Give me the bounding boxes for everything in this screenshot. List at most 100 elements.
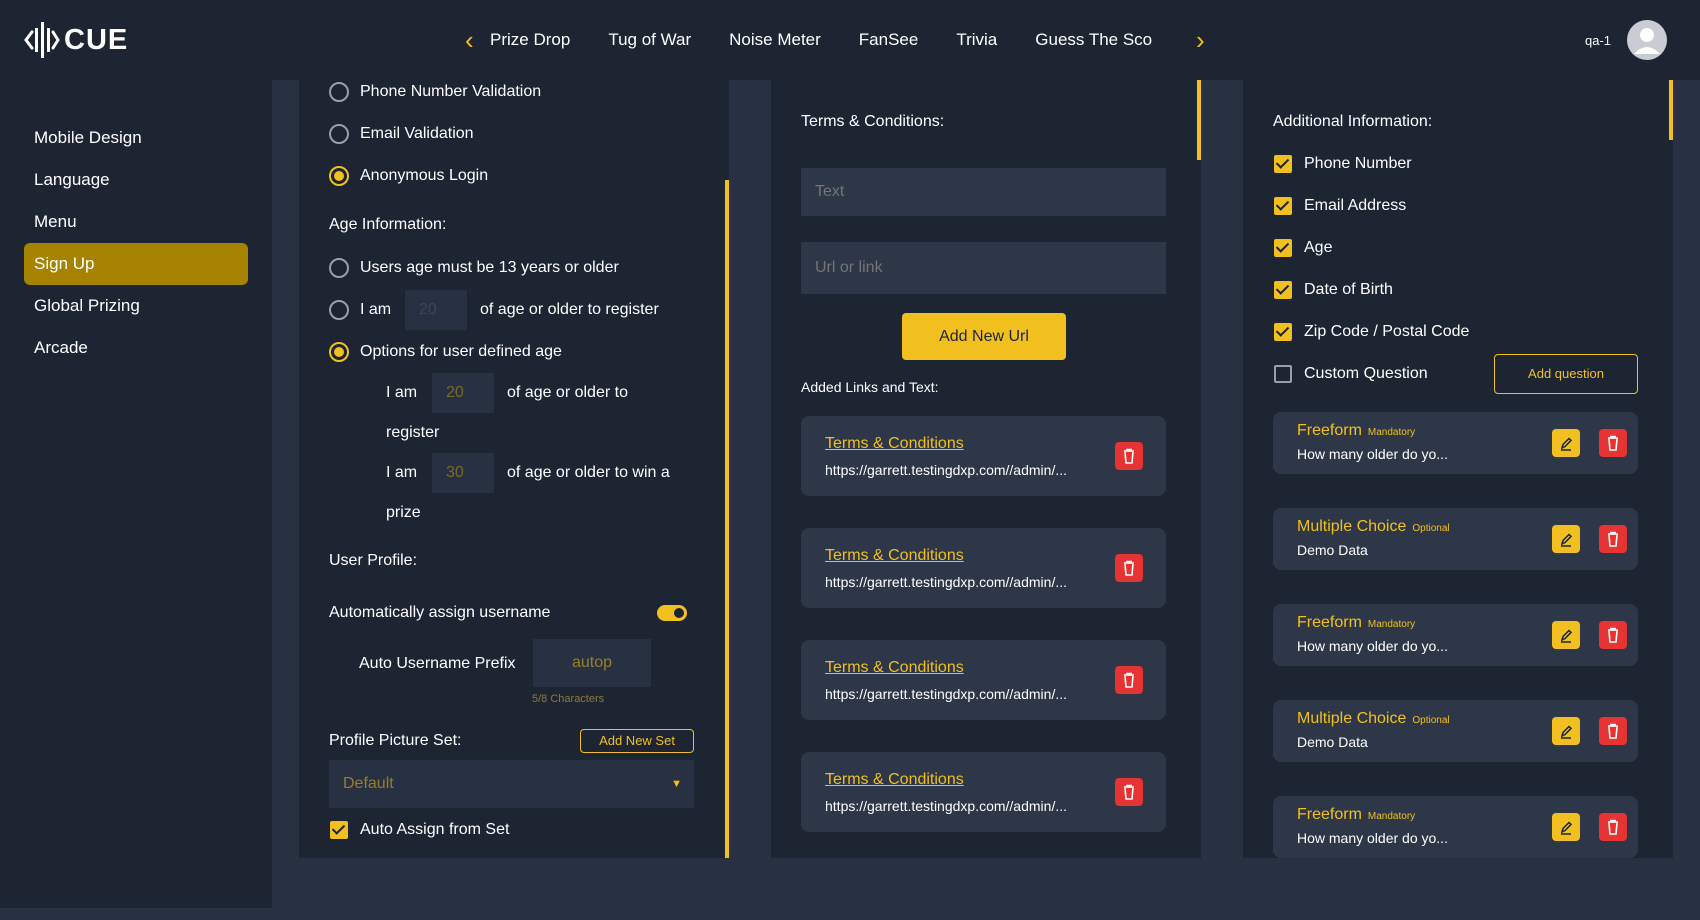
pencil-icon <box>1560 725 1573 739</box>
delete-question-button[interactable] <box>1599 621 1627 649</box>
add-question-button[interactable]: Add question <box>1494 354 1638 394</box>
tab-fansee[interactable]: FanSee <box>859 30 919 50</box>
edit-question-button[interactable] <box>1552 717 1580 745</box>
question-card: Freeform Mandatory How many older do yo..… <box>1273 796 1638 858</box>
age-custom-suffix: of age or older to register <box>480 301 659 318</box>
sidebar-item-sign-up[interactable]: Sign Up <box>24 243 248 285</box>
age-13-radio[interactable] <box>329 258 349 278</box>
left-panel-scrollbar[interactable] <box>725 180 729 858</box>
delete-link-button[interactable] <box>1115 666 1143 694</box>
delete-question-button[interactable] <box>1599 717 1627 745</box>
tab-tug-of-war[interactable]: Tug of War <box>608 30 691 50</box>
cue-logo[interactable]: CUE <box>24 20 128 60</box>
age-custom-radio[interactable] <box>329 300 349 320</box>
dropdown-caret-icon: ▼ <box>671 778 682 790</box>
date-of-birth-checkbox[interactable] <box>1274 281 1292 299</box>
trash-icon <box>1124 560 1134 576</box>
link-card: Terms & Conditions https://garrett.testi… <box>801 528 1166 608</box>
add-new-set-button[interactable]: Add New Set <box>580 729 694 753</box>
custom-question-checkbox[interactable] <box>1274 365 1292 383</box>
sidebar-item-global-prizing[interactable]: Global Prizing <box>24 285 248 327</box>
age-checkbox[interactable] <box>1274 239 1292 257</box>
delete-link-button[interactable] <box>1115 778 1143 806</box>
terms-url-input[interactable] <box>801 242 1166 294</box>
email-validation-radio[interactable] <box>329 124 349 144</box>
signup-settings-panel: Phone Number Validation Email Validation… <box>299 80 729 858</box>
question-badge: Mandatory <box>1367 811 1416 822</box>
link-title[interactable]: Terms & Conditions <box>825 547 964 565</box>
register-age-input[interactable]: 20 <box>432 373 494 413</box>
edit-question-button[interactable] <box>1552 429 1580 457</box>
question-type: Multiple Choice Optional <box>1297 518 1450 535</box>
trash-icon <box>1124 784 1134 800</box>
user-name: qa-1 <box>1585 33 1612 48</box>
sidebar: Mobile Design Language Menu Sign Up Glob… <box>0 80 272 908</box>
picture-set-select[interactable]: Default ▼ <box>329 760 694 808</box>
link-title[interactable]: Terms & Conditions <box>825 435 964 453</box>
add-new-url-button[interactable]: Add New Url <box>902 313 1066 360</box>
question-type: Freeform Mandatory <box>1297 614 1416 631</box>
picture-set-selected-value: Default <box>343 775 394 792</box>
question-type: Freeform Mandatory <box>1297 422 1416 439</box>
question-text: How many older do yo... <box>1297 446 1448 462</box>
tab-prize-drop[interactable]: Prize Drop <box>490 30 570 50</box>
date-of-birth-label: Date of Birth <box>1304 281 1393 298</box>
avatar[interactable] <box>1627 20 1667 60</box>
top-bar: CUE ‹ Prize Drop Tug of War Noise Meter Fan… <box>0 0 1700 80</box>
link-title[interactable]: Terms & Conditions <box>825 771 964 789</box>
pencil-icon <box>1560 629 1573 643</box>
sidebar-item-language[interactable]: Language <box>24 159 248 201</box>
question-badge: Mandatory <box>1367 427 1416 438</box>
link-title[interactable]: Terms & Conditions <box>825 659 964 677</box>
delete-link-button[interactable] <box>1115 442 1143 470</box>
phone-validation-radio[interactable] <box>329 82 349 102</box>
delete-link-button[interactable] <box>1115 554 1143 582</box>
edit-question-button[interactable] <box>1552 813 1580 841</box>
user-avatar-icon <box>1634 28 1660 54</box>
tab-trivia[interactable]: Trivia <box>956 30 997 50</box>
logo-text: CUE <box>64 23 129 56</box>
prefix-character-count: 5/8 Characters <box>532 693 605 705</box>
delete-question-button[interactable] <box>1599 525 1627 553</box>
auto-username-label: Automatically assign username <box>329 604 551 621</box>
delete-question-button[interactable] <box>1599 813 1627 841</box>
custom-question-label: Custom Question <box>1304 365 1428 382</box>
age-custom-input[interactable]: 20 <box>405 290 467 330</box>
age-info-heading: Age Information: <box>329 216 447 233</box>
prize-age-suffix: of age or older to win a <box>507 464 670 481</box>
auto-username-toggle[interactable] <box>657 605 687 621</box>
anonymous-login-radio[interactable] <box>329 166 349 186</box>
edit-question-button[interactable] <box>1552 525 1580 553</box>
age-label: Age <box>1304 239 1333 256</box>
terms-heading: Terms & Conditions: <box>801 113 945 130</box>
profile-picture-set-label: Profile Picture Set: <box>329 732 462 749</box>
sidebar-item-mobile-design[interactable]: Mobile Design <box>24 117 248 159</box>
question-card: Freeform Mandatory How many older do yo..… <box>1273 412 1638 474</box>
middle-panel-scrollbar[interactable] <box>1197 80 1201 160</box>
sidebar-item-arcade[interactable]: Arcade <box>24 327 248 369</box>
trash-icon <box>1124 672 1134 688</box>
edit-question-button[interactable] <box>1552 621 1580 649</box>
trash-icon <box>1608 627 1618 643</box>
zip-code-checkbox[interactable] <box>1274 323 1292 341</box>
tab-guess-the-score[interactable]: Guess The Sco <box>1035 30 1152 50</box>
email-address-label: Email Address <box>1304 197 1407 214</box>
question-text: Demo Data <box>1297 734 1368 750</box>
sidebar-item-menu[interactable]: Menu <box>24 201 248 243</box>
auto-assign-checkbox[interactable] <box>330 821 348 839</box>
age-user-defined-radio[interactable] <box>329 342 349 362</box>
tab-noise-meter[interactable]: Noise Meter <box>729 30 821 50</box>
delete-question-button[interactable] <box>1599 429 1627 457</box>
email-address-checkbox[interactable] <box>1274 197 1292 215</box>
terms-text-input[interactable] <box>801 168 1166 216</box>
nav-prev-chevron-icon[interactable]: ‹ <box>465 26 474 54</box>
username-prefix-input[interactable]: autop <box>533 639 651 687</box>
right-panel-scrollbar[interactable] <box>1669 80 1673 140</box>
trash-icon <box>1608 819 1618 835</box>
question-card: Multiple Choice Optional Demo Data <box>1273 508 1638 570</box>
phone-number-checkbox[interactable] <box>1274 155 1292 173</box>
nav-next-chevron-icon[interactable]: › <box>1196 26 1205 54</box>
username-prefix-label: Auto Username Prefix <box>359 655 516 672</box>
prize-age-input[interactable]: 30 <box>432 453 494 493</box>
logo-waveform-icon <box>24 22 60 58</box>
